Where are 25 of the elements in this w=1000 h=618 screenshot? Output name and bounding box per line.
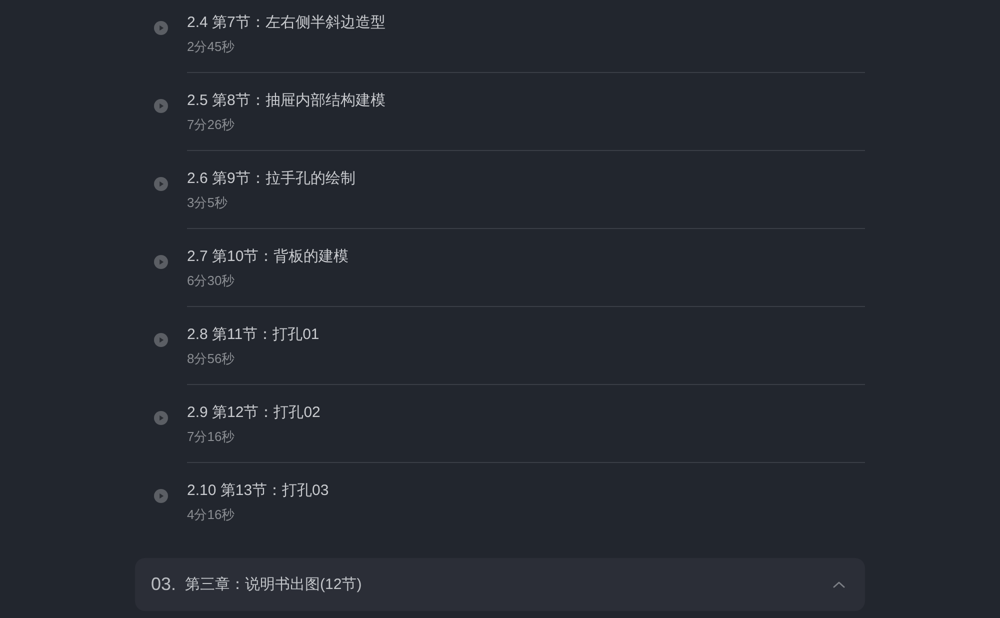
play-icon — [154, 255, 168, 269]
lesson-duration: 3分5秒 — [187, 194, 228, 212]
play-icon — [154, 333, 168, 347]
lesson-duration: 7分26秒 — [187, 116, 235, 134]
lesson-duration: 7分16秒 — [187, 428, 235, 446]
lesson-duration: 2分45秒 — [187, 38, 235, 56]
lesson-duration: 8分56秒 — [187, 350, 235, 368]
play-icon — [154, 489, 168, 503]
lesson-duration: 4分16秒 — [187, 506, 235, 524]
play-icon — [154, 411, 168, 425]
lesson-title[interactable]: 2.9 第12节：打孔02 — [187, 403, 320, 423]
chapter-number: 03. — [151, 574, 176, 595]
play-icon — [154, 21, 168, 35]
play-icon — [154, 177, 168, 191]
lesson-title[interactable]: 2.8 第11节：打孔01 — [187, 325, 320, 345]
chapter-header[interactable]: 03. 第三章：说明书出图(12节) — [135, 558, 865, 611]
lesson-title[interactable]: 2.5 第8节：抽屉内部结构建模 — [187, 91, 386, 111]
chevron-up-icon — [833, 581, 845, 588]
lesson-title[interactable]: 2.10 第13节：打孔03 — [187, 481, 329, 501]
lesson-title[interactable]: 2.4 第7节：左右侧半斜边造型 — [187, 13, 386, 33]
lesson-title[interactable]: 2.7 第10节：背板的建模 — [187, 247, 349, 267]
play-icon — [154, 99, 168, 113]
lesson-duration: 6分30秒 — [187, 272, 235, 290]
chapter-title: 第三章：说明书出图(12节) — [185, 575, 362, 594]
lesson-title[interactable]: 2.6 第9节：拉手孔的绘制 — [187, 169, 356, 189]
